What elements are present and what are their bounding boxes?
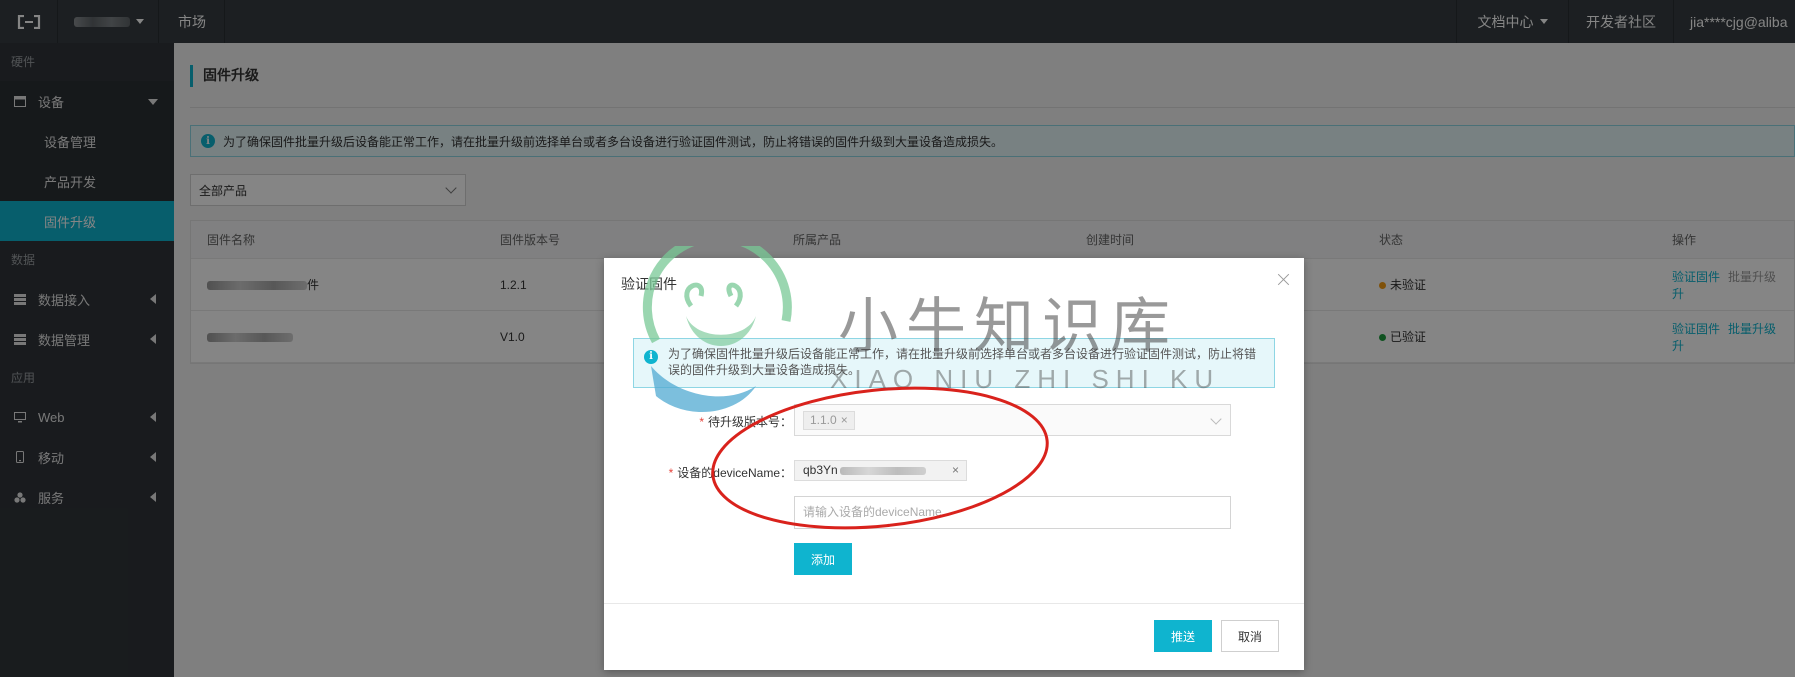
add-device-button[interactable]: 添加 xyxy=(794,543,852,575)
watermark-text: 小牛知识库 xyxy=(838,292,1178,362)
push-button[interactable]: 推送 xyxy=(1154,620,1212,652)
annotation-ellipse xyxy=(711,386,1049,530)
divider xyxy=(604,603,1304,604)
chevron-down-icon xyxy=(1210,413,1222,425)
required-mark: * xyxy=(668,466,674,480)
close-icon[interactable] xyxy=(1276,272,1292,288)
cancel-button[interactable]: 取消 xyxy=(1221,620,1279,652)
